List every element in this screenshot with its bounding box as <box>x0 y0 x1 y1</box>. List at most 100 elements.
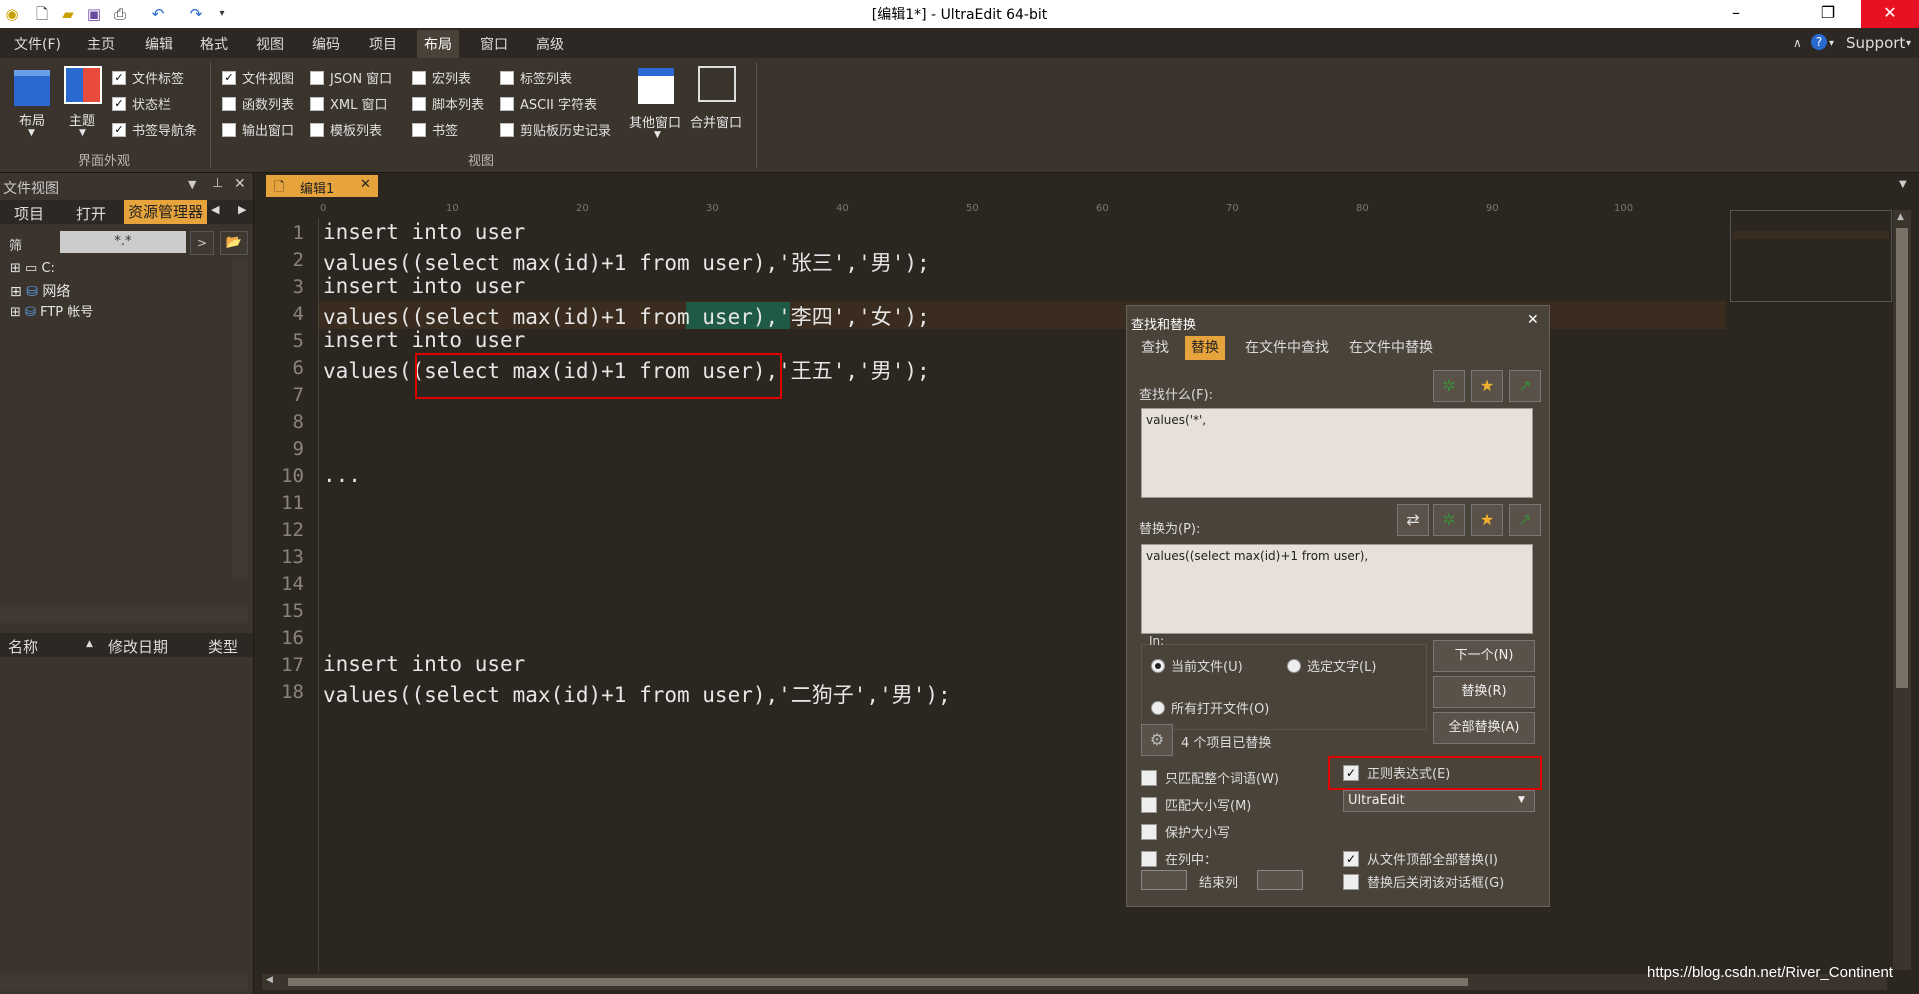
editor-hscroll[interactable]: ◀ <box>262 974 1887 990</box>
editor-vscroll[interactable]: ▲ <box>1893 210 1911 970</box>
collapse-ribbon-icon[interactable]: ∧ <box>1793 36 1802 50</box>
menu-encoding[interactable]: 编码 <box>312 34 340 54</box>
checkbox[interactable]: ✓ <box>1343 850 1359 867</box>
checkbox[interactable] <box>310 70 324 85</box>
check-ascii-table[interactable]: ASCII 字符表 <box>500 94 597 113</box>
support-dropdown-icon[interactable]: ▾ <box>1906 38 1911 49</box>
checkbox[interactable] <box>500 122 514 137</box>
swap-icon[interactable]: ⇄ <box>1397 504 1429 536</box>
check-file-tabs[interactable]: ✓ 文件标签 <box>112 68 184 87</box>
check-output-window[interactable]: 输出窗口 <box>222 120 294 139</box>
menu-view[interactable]: 视图 <box>256 34 284 54</box>
settings-gear-icon[interactable]: ⚙ <box>1141 724 1173 756</box>
layout-dropdown-icon[interactable]: ▼ <box>28 128 35 138</box>
minimap[interactable] <box>1730 210 1892 302</box>
tab-scroll-left-icon[interactable]: ◀ <box>211 203 219 216</box>
expand-icon[interactable]: ⊞ <box>10 261 21 276</box>
checkbox[interactable] <box>1141 850 1157 867</box>
tab-open[interactable]: 打开 <box>76 203 106 224</box>
check-json-window[interactable]: JSON 窗口 <box>310 68 392 87</box>
other-windows-icon[interactable] <box>638 68 674 104</box>
tab-edit1[interactable]: 🗋 编辑1 ✕ <box>266 175 378 197</box>
menu-window[interactable]: 窗口 <box>480 34 508 54</box>
checkbox[interactable] <box>222 122 236 137</box>
check-function-list[interactable]: 函数列表 <box>222 94 294 113</box>
menu-project[interactable]: 项目 <box>369 34 397 54</box>
restore-button[interactable]: ❐ <box>1799 0 1857 28</box>
checkbox[interactable] <box>412 122 426 137</box>
radio-dot[interactable] <box>1151 658 1165 673</box>
check-template-list[interactable]: 模板列表 <box>310 120 382 139</box>
tree-hscroll[interactable] <box>0 605 248 623</box>
check-file-view[interactable]: ✓ 文件视图 <box>222 68 294 87</box>
replace-favorites-icon[interactable]: ★ <box>1471 504 1503 536</box>
find-next-button[interactable]: 下一个(N) <box>1433 640 1535 672</box>
checkbox[interactable] <box>1343 873 1359 890</box>
tab-find[interactable]: 查找 <box>1135 336 1175 360</box>
radio-dot[interactable] <box>1287 658 1301 673</box>
column-name[interactable]: 名称 <box>8 636 38 657</box>
dialog-close-icon[interactable]: ✕ <box>1527 312 1539 328</box>
code-line[interactable]: values((select max(id)+1 from user),'二狗子… <box>323 679 951 709</box>
check-match-case[interactable]: 匹配大小写(M) <box>1141 795 1251 814</box>
other-windows-label[interactable]: 其他窗口 <box>629 112 681 131</box>
browse-folder-icon[interactable]: 📂 <box>220 231 248 255</box>
find-options-icon[interactable]: ✲ <box>1433 370 1465 402</box>
checkbox[interactable]: ✓ <box>112 122 126 137</box>
check-tag-list[interactable]: 标签列表 <box>500 68 572 87</box>
chevron-down-icon[interactable]: ▼ <box>1518 795 1525 805</box>
end-column-input[interactable] <box>1257 870 1303 890</box>
tab-find-in-files[interactable]: 在文件中查找 <box>1239 336 1335 360</box>
check-whole-word[interactable]: 只匹配整个词语(W) <box>1141 768 1279 787</box>
other-windows-dropdown-icon[interactable]: ▼ <box>654 130 661 140</box>
code-line[interactable]: insert into user <box>323 652 525 676</box>
list-hscroll[interactable] <box>0 973 248 991</box>
radio-selection[interactable]: 选定文字(L) <box>1287 656 1376 675</box>
replace-expand-icon[interactable]: ↗ <box>1509 504 1541 536</box>
replace-all-button[interactable]: 全部替换(A) <box>1433 712 1535 744</box>
expand-icon[interactable]: ⊞ <box>10 284 22 300</box>
tab-replace-in-files[interactable]: 在文件中替换 <box>1343 336 1439 360</box>
panel-menu-icon[interactable]: ▼ <box>188 178 196 191</box>
radio-current-file[interactable]: 当前文件(U) <box>1151 656 1243 675</box>
checkbox[interactable]: ✓ <box>222 70 236 85</box>
merge-windows-icon[interactable] <box>698 66 736 102</box>
replace-input[interactable]: values((select max(id)+1 from user), <box>1141 544 1533 634</box>
checkbox[interactable]: ✓ <box>112 70 126 85</box>
menu-advanced[interactable]: 高级 <box>536 34 564 54</box>
check-xml-window[interactable]: XML 窗口 <box>310 94 388 113</box>
checkbox[interactable] <box>1141 769 1157 786</box>
menu-home[interactable]: 主页 <box>87 34 115 54</box>
tree-item-ftp[interactable]: ⊞ ⛁ FTP 帐号 <box>10 301 93 320</box>
layout-icon[interactable] <box>14 70 50 106</box>
tree-vscroll[interactable] <box>232 259 248 579</box>
radio-all-open-files[interactable]: 所有打开文件(O) <box>1151 698 1269 717</box>
minimize-button[interactable]: – <box>1707 0 1765 28</box>
theme-icon[interactable] <box>64 66 102 104</box>
tabs-dropdown-icon[interactable]: ▼ <box>1899 179 1907 190</box>
check-script-list[interactable]: 脚本列表 <box>412 94 484 113</box>
checkbox[interactable] <box>1141 823 1157 840</box>
replace-options-icon[interactable]: ✲ <box>1433 504 1465 536</box>
filter-input[interactable]: *.* <box>60 231 186 253</box>
expand-icon[interactable]: ⊞ <box>10 305 21 320</box>
tree-item-network[interactable]: ⊞ ⛁ 网络 <box>10 281 70 301</box>
hscroll-thumb[interactable] <box>288 978 1468 986</box>
scroll-up-icon[interactable]: ▲ <box>1897 212 1904 222</box>
checkbox[interactable] <box>310 122 324 137</box>
checkbox[interactable] <box>500 70 514 85</box>
start-column-input[interactable] <box>1141 870 1187 890</box>
menu-edit[interactable]: 编辑 <box>145 34 173 54</box>
check-status-bar[interactable]: ✓ 状态栏 <box>112 94 171 113</box>
find-input[interactable]: values('*', <box>1141 408 1533 498</box>
code-line[interactable]: insert into user <box>323 274 525 298</box>
help-icon[interactable]: ? <box>1811 34 1827 50</box>
find-expand-icon[interactable]: ↗ <box>1509 370 1541 402</box>
check-macro-list[interactable]: 宏列表 <box>412 68 471 87</box>
check-bookmark-bar[interactable]: ✓ 书签导航条 <box>112 120 197 139</box>
code-line[interactable]: values((select max(id)+1 from user),'李四'… <box>323 301 930 331</box>
check-clipboard-history[interactable]: 剪贴板历史记录 <box>500 120 611 139</box>
pin-icon[interactable]: ⊥ <box>212 176 223 191</box>
checkbox[interactable] <box>1141 796 1157 813</box>
close-button[interactable]: ✕ <box>1861 0 1919 28</box>
